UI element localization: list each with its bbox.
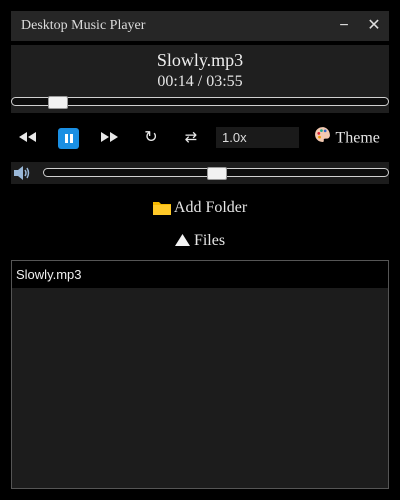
playback-controls: ↻ ⇄ 1.0x Theme bbox=[11, 122, 389, 154]
shuffle-icon[interactable]: ⇄ bbox=[181, 126, 201, 150]
song-title: Slowly.mp3 bbox=[156, 50, 244, 70]
time-display: 00:14 / 03:55 bbox=[157, 73, 243, 90]
seek-slider[interactable] bbox=[11, 96, 389, 109]
volume-slider-thumb[interactable] bbox=[207, 167, 227, 180]
minimize-button[interactable]: − bbox=[333, 15, 355, 37]
add-folder-label: Add Folder bbox=[173, 199, 248, 216]
theme-label: Theme bbox=[335, 129, 380, 147]
rewind-icon[interactable] bbox=[18, 126, 38, 150]
close-button[interactable]: ✕ bbox=[363, 15, 385, 37]
repeat-icon[interactable]: ↻ bbox=[141, 126, 161, 150]
fast-forward-icon[interactable] bbox=[100, 126, 120, 150]
seek-slider-thumb[interactable] bbox=[48, 96, 68, 109]
folder-icon bbox=[152, 200, 171, 220]
volume-row bbox=[11, 162, 389, 184]
speaker-icon[interactable] bbox=[13, 165, 31, 186]
files-label: Files bbox=[193, 232, 226, 249]
list-item[interactable]: Slowly.mp3 bbox=[12, 261, 388, 288]
playlist: Slowly.mp3 bbox=[11, 260, 389, 489]
palette-icon bbox=[314, 126, 331, 151]
add-folder-button[interactable]: Add Folder bbox=[0, 199, 400, 220]
speed-field[interactable]: 1.0x bbox=[216, 127, 299, 148]
triangle-up-icon bbox=[174, 233, 190, 251]
pause-icon bbox=[65, 134, 68, 143]
title-bar: Desktop Music Player − ✕ bbox=[11, 11, 389, 41]
files-button[interactable]: Files bbox=[0, 232, 400, 251]
now-playing-panel: Slowly.mp3 00:14 / 03:55 bbox=[11, 45, 389, 113]
pause-button[interactable] bbox=[58, 128, 79, 149]
theme-button[interactable]: Theme bbox=[314, 126, 380, 150]
volume-slider[interactable] bbox=[43, 167, 389, 180]
window-title: Desktop Music Player bbox=[21, 18, 146, 33]
